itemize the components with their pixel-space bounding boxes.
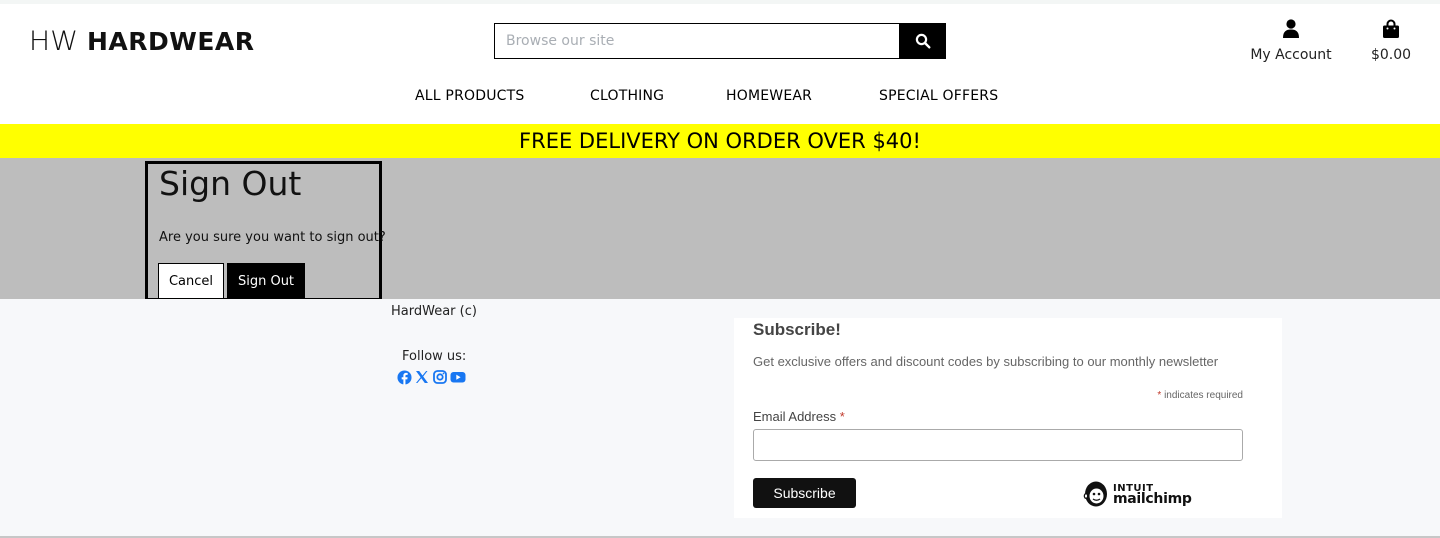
- email-label: Email Address *: [753, 409, 845, 424]
- x-icon[interactable]: [414, 369, 430, 385]
- search-icon: [915, 33, 931, 49]
- mailchimp-line2: mailchimp: [1113, 491, 1192, 507]
- email-field[interactable]: [753, 429, 1243, 461]
- required-note-text: indicates required: [1164, 390, 1243, 401]
- cart-link[interactable]: $0.00: [1362, 19, 1420, 63]
- cancel-button[interactable]: Cancel: [158, 263, 224, 299]
- mailchimp-logo-icon: [1083, 481, 1107, 507]
- logo-brand: HARDWEAR: [87, 27, 255, 56]
- search-bar: [494, 23, 946, 59]
- nav-homewear[interactable]: HOMEWEAR: [726, 88, 812, 104]
- cart-total: $0.00: [1370, 47, 1412, 63]
- site-header: HW HARDWEAR My Account: [0, 4, 1440, 124]
- subscribe-button[interactable]: Subscribe: [753, 478, 856, 508]
- sign-out-panel: Sign Out Are you sure you want to sign o…: [145, 161, 386, 301]
- site-logo[interactable]: HW HARDWEAR: [28, 26, 255, 57]
- newsletter-description: Get exclusive offers and discount codes …: [753, 354, 1219, 369]
- user-icon: [1282, 19, 1300, 39]
- nav-all-products[interactable]: ALL PRODUCTS: [415, 88, 524, 104]
- nav-clothing[interactable]: CLOTHING: [590, 88, 664, 104]
- shopping-bag-icon: [1382, 19, 1400, 39]
- youtube-icon[interactable]: [450, 369, 466, 385]
- social-links: [396, 369, 466, 385]
- follow-us-label: Follow us:: [402, 349, 467, 364]
- facebook-icon[interactable]: [396, 369, 412, 385]
- mailchimp-badge[interactable]: INTUIT mailchimp: [1082, 479, 1192, 509]
- search-input[interactable]: [494, 23, 899, 59]
- email-required-star: *: [839, 409, 845, 424]
- my-account-link[interactable]: My Account: [1245, 19, 1337, 63]
- required-star: *: [1157, 390, 1162, 401]
- promo-banner: FREE DELIVERY ON ORDER OVER $40!: [0, 124, 1440, 158]
- sign-out-title: Sign Out: [159, 164, 302, 203]
- email-label-text: Email Address: [753, 409, 837, 424]
- sign-out-button[interactable]: Sign Out: [227, 263, 305, 299]
- logo-prefix: HW: [28, 26, 79, 57]
- search-button[interactable]: [899, 23, 946, 59]
- newsletter-panel: Subscribe! Get exclusive offers and disc…: [734, 318, 1282, 518]
- sign-out-message: Are you sure you want to sign out?: [159, 230, 386, 245]
- nav-special-offers[interactable]: SPECIAL OFFERS: [879, 88, 998, 104]
- required-note: * indicates required: [1157, 390, 1243, 401]
- mailchimp-wordmark: INTUIT mailchimp: [1113, 483, 1192, 507]
- promo-banner-text: FREE DELIVERY ON ORDER OVER $40!: [519, 129, 921, 153]
- instagram-icon[interactable]: [432, 369, 448, 385]
- copyright-text: HardWear (c): [391, 304, 477, 319]
- newsletter-title: Subscribe!: [753, 320, 841, 339]
- main-nav: ALL PRODUCTS CLOTHING HOMEWEAR SPECIAL O…: [0, 88, 1440, 106]
- my-account-label: My Account: [1250, 47, 1332, 63]
